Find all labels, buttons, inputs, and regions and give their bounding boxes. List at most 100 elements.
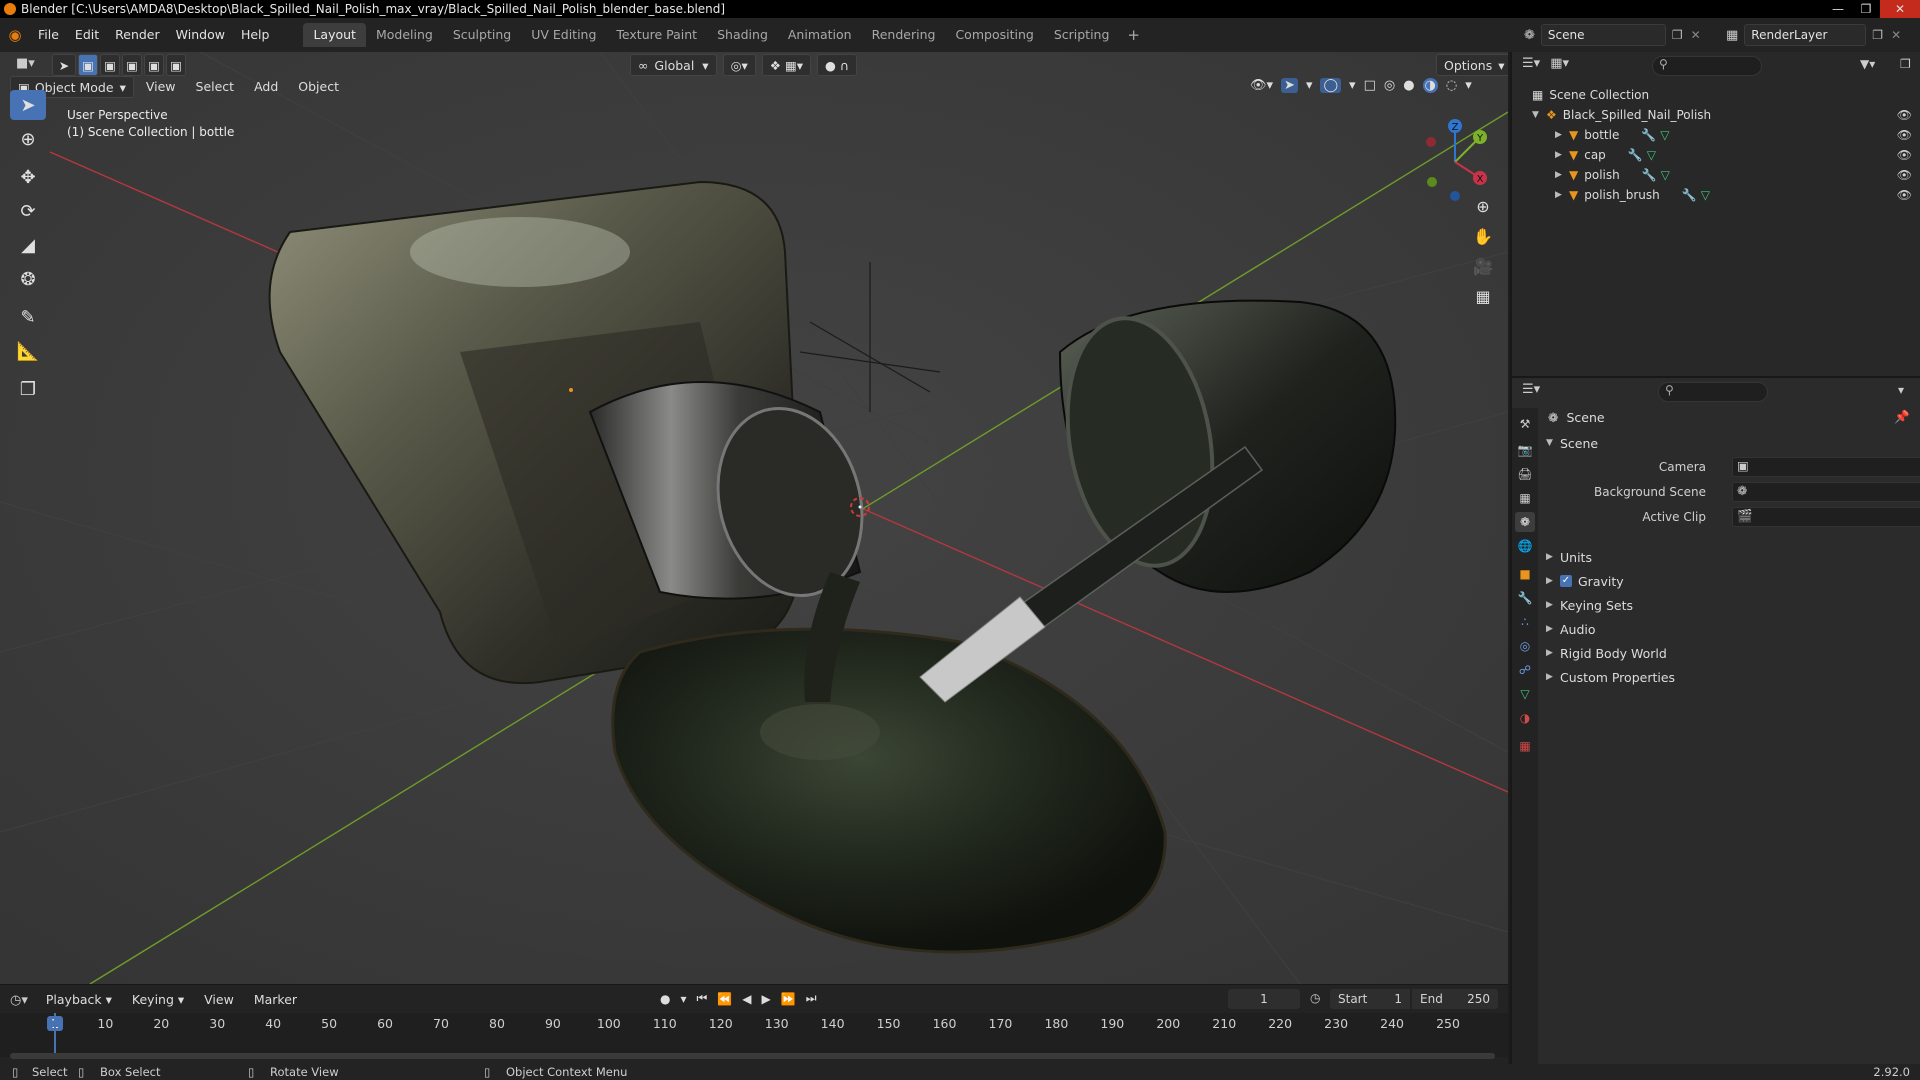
tab-texture-paint[interactable]: Texture Paint xyxy=(606,23,707,47)
expand-triangle-icon[interactable]: ▶ xyxy=(1555,190,1569,200)
gizmo-toggle-icon[interactable]: ➤ xyxy=(1281,78,1298,93)
keying-menu[interactable]: Keying ▾ xyxy=(124,989,192,1011)
clock-editor-icon[interactable]: ◷▾ xyxy=(10,993,28,1008)
constraints-tab-icon[interactable]: ☍ xyxy=(1515,660,1535,680)
mesh-data-tab-icon[interactable]: ▽ xyxy=(1515,684,1535,704)
marker-menu[interactable]: Marker xyxy=(246,989,305,1011)
start-frame-field[interactable]: Start 1 xyxy=(1330,989,1410,1009)
visibility-eye-icon[interactable]: 👁 xyxy=(1897,128,1912,142)
tab-scripting[interactable]: Scripting xyxy=(1044,23,1120,47)
menu-view[interactable]: View xyxy=(138,76,184,98)
properties-editor-icon[interactable]: ☰▾ xyxy=(1522,382,1540,397)
filter-icon[interactable]: ▼▾ xyxy=(1860,57,1875,71)
play-icon[interactable]: ▶ xyxy=(762,992,771,1006)
pan-view-button[interactable]: ✋ xyxy=(1468,222,1498,250)
close-button[interactable]: ✕ xyxy=(1880,0,1920,18)
keying-sets-panel-header[interactable]: ▶ Keying Sets xyxy=(1542,594,1918,616)
chevron-down-icon[interactable]: ▾ xyxy=(1306,78,1313,93)
material-preview-shading-icon[interactable]: ◑ xyxy=(1422,78,1438,93)
tab-layout[interactable]: Layout xyxy=(303,23,366,47)
outliner-row-scene-collection[interactable]: ▦ Scene Collection xyxy=(1512,85,1920,105)
expand-triangle-icon[interactable]: ▶ xyxy=(1555,170,1569,180)
zoom-view-button[interactable]: ⊕ xyxy=(1468,192,1498,220)
material-tab-icon[interactable]: ◑ xyxy=(1515,708,1535,728)
record-icon[interactable]: ● xyxy=(660,992,670,1006)
camera-view-button[interactable]: 🎥 xyxy=(1468,252,1498,280)
menu-edit[interactable]: Edit xyxy=(67,24,107,46)
properties-search-input[interactable]: ⚲ xyxy=(1658,382,1768,402)
tab-shading[interactable]: Shading xyxy=(707,23,778,47)
audio-panel-header[interactable]: ▶ Audio xyxy=(1542,618,1918,640)
overlay-toggle-icon[interactable]: ◯ xyxy=(1320,78,1342,93)
playback-menu[interactable]: Playback ▾ xyxy=(38,989,120,1011)
rendered-shading-icon[interactable]: ◌ xyxy=(1446,78,1457,93)
xray-toggle-icon[interactable]: □ xyxy=(1364,78,1376,93)
chevron-down-icon[interactable]: ▾ xyxy=(1349,78,1356,93)
tab-sculpting[interactable]: Sculpting xyxy=(443,23,521,47)
chevron-down-icon[interactable]: ▾ xyxy=(680,992,686,1006)
next-keyframe-icon[interactable]: ⏩ xyxy=(781,992,796,1006)
outliner-search-input[interactable]: ⚲ xyxy=(1652,56,1762,76)
timeline-editor[interactable]: ◷▾ Playback ▾ Keying ▾ View Marker ● ▾ ⏮… xyxy=(0,984,1508,1064)
preview-range-icon[interactable]: ◷ xyxy=(1310,991,1320,1005)
delete-view-layer-icon[interactable]: ✕ xyxy=(1891,28,1901,42)
scene-panel-header[interactable]: ▼ Scene xyxy=(1542,432,1918,454)
delete-scene-icon[interactable]: ✕ xyxy=(1691,28,1701,42)
tab-uv-editing[interactable]: UV Editing xyxy=(521,23,606,47)
properties-editor[interactable]: ☰▾ ⚲ ▾ ⚒ 📷 🖨 ▦ ❁ 🌐 ■ 🔧 ∴ ◎ ☍ ▽ ◑ ▦ ❁ Sce… xyxy=(1510,376,1920,1066)
measure-tool[interactable]: 📐 xyxy=(10,336,46,366)
select-intersect-icon[interactable]: ▣ xyxy=(166,54,186,76)
select-invert-icon[interactable]: ▣ xyxy=(144,54,164,76)
options-dropdown[interactable]: Options ▾ xyxy=(1436,54,1508,76)
object-tab-icon[interactable]: ■ xyxy=(1515,564,1535,584)
proportional-edit-toggle[interactable]: ● ∩ xyxy=(817,54,858,76)
outliner-row-bottle[interactable]: ▶ ▼ bottle 🔧 ▽ 👁 xyxy=(1512,125,1920,145)
solid-shading-icon[interactable]: ● xyxy=(1403,78,1414,93)
select-subtract-icon[interactable]: ▣ xyxy=(122,54,142,76)
timeline-track-area[interactable]: 1102030405060708090100110120130140150160… xyxy=(0,1013,1508,1057)
gizmo-neg-z[interactable] xyxy=(1450,191,1460,201)
select-new-icon[interactable]: ▣ xyxy=(78,54,98,76)
timeline-scrollbar[interactable] xyxy=(10,1053,1495,1059)
blender-menu-icon[interactable]: ◉ xyxy=(0,24,30,46)
world-tab-icon[interactable]: 🌐 xyxy=(1515,536,1535,556)
transform-tool[interactable]: ❂ xyxy=(10,264,46,294)
menu-select[interactable]: Select xyxy=(188,76,243,98)
new-view-layer-icon[interactable]: ❐ xyxy=(1872,28,1883,42)
playhead-line[interactable] xyxy=(54,1013,56,1057)
units-panel-header[interactable]: ▶ Units xyxy=(1542,546,1918,568)
camera-field[interactable]: ▣ ✒ xyxy=(1732,457,1920,477)
editor-type-selector[interactable]: ■▾ xyxy=(16,56,35,71)
render-tab-icon[interactable]: 📷 xyxy=(1515,440,1535,460)
gravity-panel-header[interactable]: ▶ ✓ Gravity xyxy=(1542,570,1918,592)
scale-tool[interactable]: ◢ xyxy=(10,230,46,260)
background-scene-field[interactable]: ❁ xyxy=(1732,482,1920,502)
visibility-eye-icon[interactable]: 👁 xyxy=(1897,108,1912,122)
tab-animation[interactable]: Animation xyxy=(778,23,862,47)
transform-orientation-dropdown[interactable]: ∞ Global ▾ xyxy=(630,54,717,76)
view-layer-tab-icon[interactable]: ▦ xyxy=(1515,488,1535,508)
rotate-tool[interactable]: ⟳ xyxy=(10,196,46,226)
outliner-row-cap[interactable]: ▶ ▼ cap 🔧 ▽ 👁 xyxy=(1512,145,1920,165)
display-mode-icon[interactable]: ▦▾ xyxy=(1550,56,1569,71)
physics-tab-icon[interactable]: ◎ xyxy=(1515,636,1535,656)
active-clip-field[interactable]: 🎬 xyxy=(1732,507,1920,527)
tab-compositing[interactable]: Compositing xyxy=(945,23,1043,47)
pin-icon[interactable]: 📌 xyxy=(1894,409,1910,425)
add-workspace-icon[interactable]: + xyxy=(1119,26,1148,44)
timeline-view-menu[interactable]: View xyxy=(196,989,242,1011)
tool-tab-icon[interactable]: ⚒ xyxy=(1515,414,1535,434)
cursor-tool[interactable]: ⊕ xyxy=(10,124,46,154)
menu-render[interactable]: Render xyxy=(107,24,168,46)
texture-tab-icon[interactable]: ▦ xyxy=(1515,736,1535,756)
menu-object[interactable]: Object xyxy=(290,76,347,98)
outliner-row-collection[interactable]: ▼ ❖ Black_Spilled_Nail_Polish 👁 xyxy=(1512,105,1920,125)
tab-rendering[interactable]: Rendering xyxy=(862,23,946,47)
visibility-eye-icon[interactable]: 👁 xyxy=(1897,188,1912,202)
particles-tab-icon[interactable]: ∴ xyxy=(1515,612,1535,632)
perspective-toggle-button[interactable]: ▦ xyxy=(1468,282,1498,310)
current-frame-field[interactable]: 1 xyxy=(1228,989,1300,1009)
move-tool[interactable]: ✥ xyxy=(10,162,46,192)
view-layer-icon[interactable]: ▦ xyxy=(1726,28,1738,43)
visibility-eye-icon[interactable]: 👁 xyxy=(1897,148,1912,162)
